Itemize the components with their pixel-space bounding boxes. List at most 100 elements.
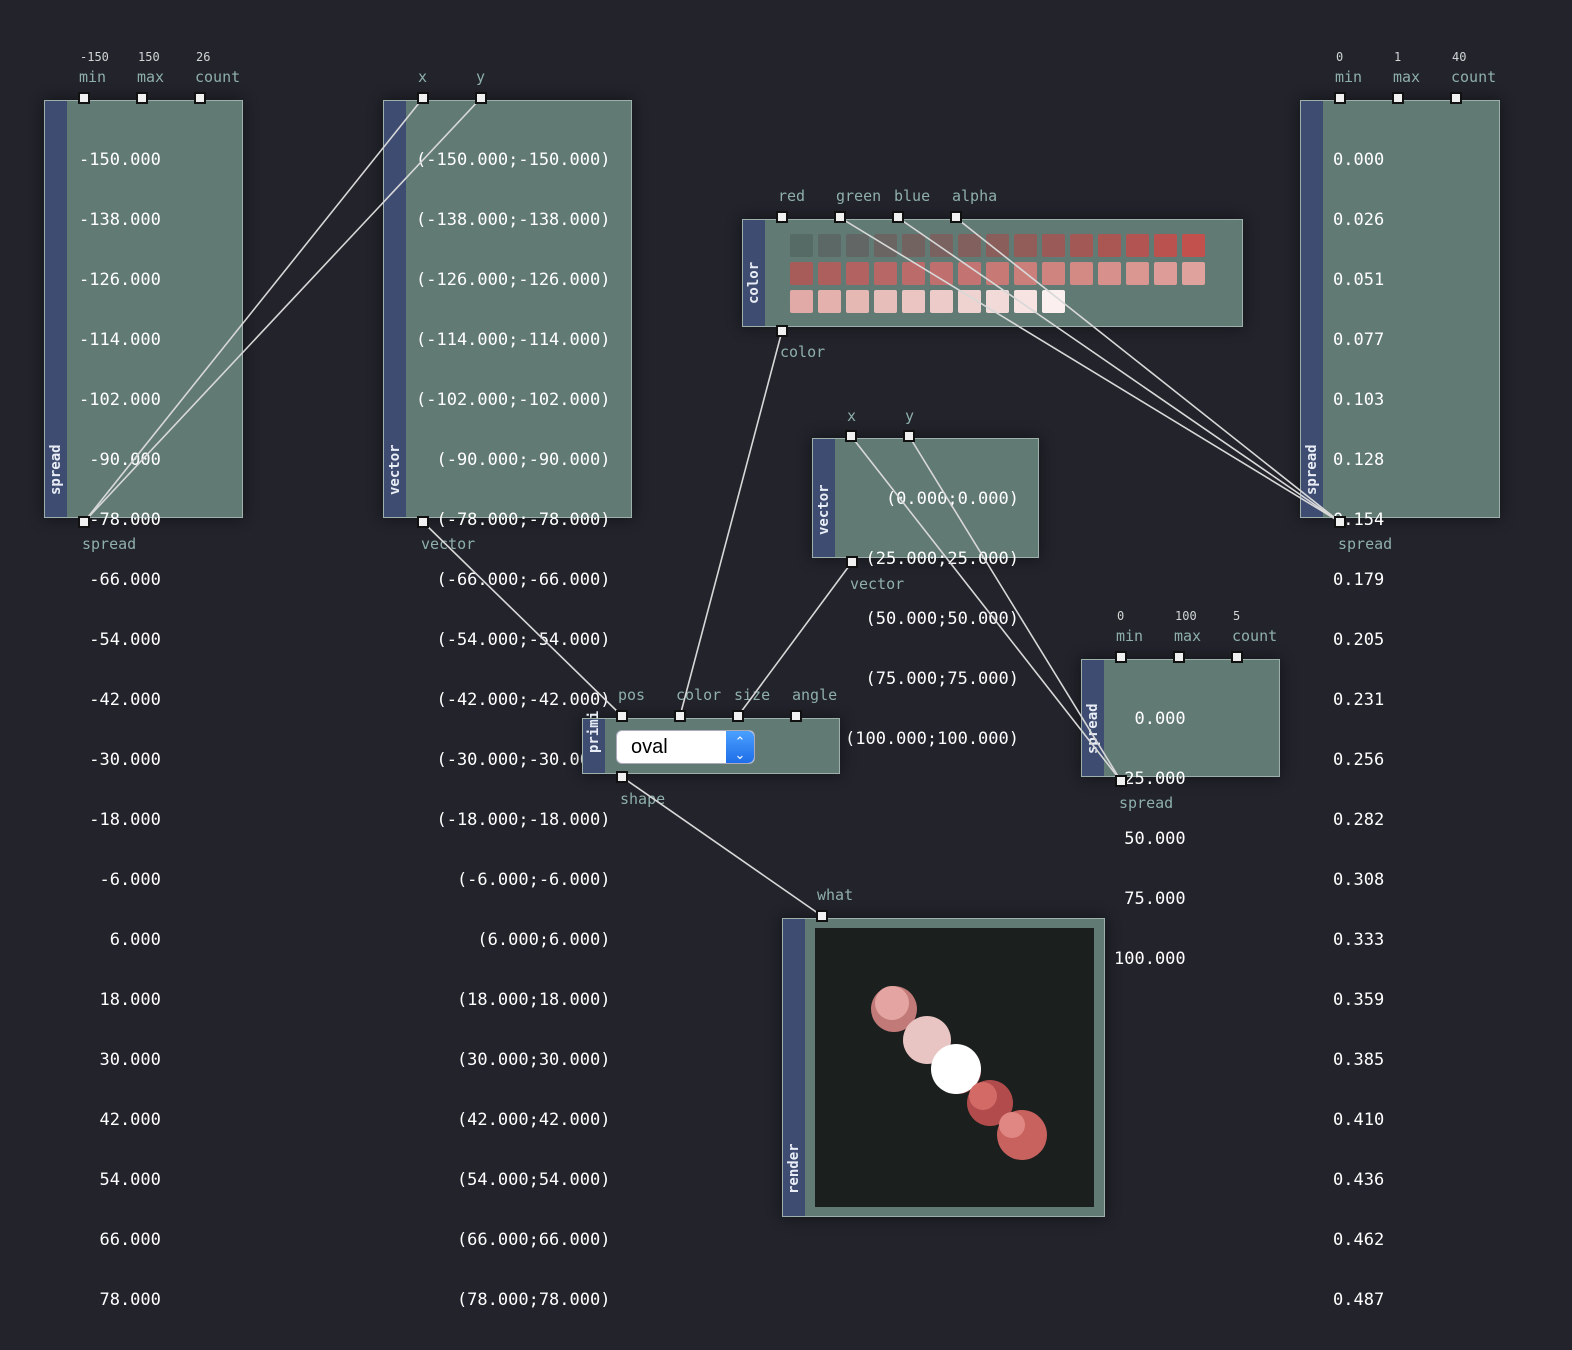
- input-label-count: count: [1451, 68, 1497, 86]
- value-row: 0.256: [1333, 750, 1385, 770]
- output-label-color: color: [780, 343, 826, 361]
- render-canvas[interactable]: [815, 928, 1094, 1207]
- value-row: 0.026: [1333, 210, 1385, 230]
- color-swatch: [846, 290, 869, 313]
- spread-node-2[interactable]: spread 0.000 0.026 0.051 0.077 0.103 0.1…: [1300, 100, 1500, 1310]
- input-port-angle[interactable]: [790, 710, 802, 722]
- input-port-min[interactable]: [1115, 651, 1127, 663]
- value-row: 50.000: [1114, 829, 1186, 849]
- input-port-min[interactable]: [78, 92, 90, 104]
- input-label-red: red: [778, 187, 806, 205]
- color-swatch: [1070, 262, 1093, 285]
- output-port-vector[interactable]: [846, 556, 858, 568]
- input-port-green[interactable]: [834, 211, 846, 223]
- input-port-pos[interactable]: [616, 710, 628, 722]
- value-row: (-102.000;-102.000): [416, 390, 611, 410]
- value-row: 0.282: [1333, 810, 1385, 830]
- input-port-blue[interactable]: [892, 211, 904, 223]
- value-row: (18.000;18.000): [416, 990, 611, 1010]
- input-label-blue: blue: [894, 187, 931, 205]
- value-row: 78.000: [79, 1290, 161, 1310]
- input-port-max[interactable]: [1173, 651, 1185, 663]
- value-row: (-54.000;-54.000): [416, 630, 611, 650]
- color-swatch: [902, 234, 925, 257]
- value-row: 100.000: [1114, 949, 1186, 969]
- vector-node-2[interactable]: vector (0.000;0.000) (25.000;25.000) (50…: [812, 438, 1039, 749]
- color-swatch: [1042, 234, 1065, 257]
- value-row: (-78.000;-78.000): [416, 510, 611, 530]
- output-port-color[interactable]: [776, 325, 788, 337]
- input-port-y[interactable]: [903, 430, 915, 442]
- output-port-vector[interactable]: [417, 516, 429, 528]
- color-swatch: [1098, 262, 1121, 285]
- value-row: (-126.000;-126.000): [416, 270, 611, 290]
- spread-node-1[interactable]: spread -150.000 -138.000 -126.000 -114.0…: [44, 100, 243, 1310]
- count-param-value: 26: [196, 50, 211, 64]
- color-swatch: [1014, 262, 1037, 285]
- input-label-min: min: [1335, 68, 1363, 86]
- color-swatch: [846, 262, 869, 285]
- value-row: (-138.000;-138.000): [416, 210, 611, 230]
- spread-node-3[interactable]: spread 0.000 25.000 50.000 75.000 100.00…: [1081, 659, 1280, 969]
- node-title: spread: [1304, 444, 1320, 495]
- input-port-size[interactable]: [732, 710, 744, 722]
- value-row: (25.000;25.000): [845, 549, 1019, 569]
- input-port-count[interactable]: [1450, 92, 1462, 104]
- input-port-count[interactable]: [194, 92, 206, 104]
- input-port-what[interactable]: [816, 910, 828, 922]
- value-row: (-18.000;-18.000): [416, 810, 611, 830]
- value-row: 66.000: [79, 1230, 161, 1250]
- input-port-x[interactable]: [845, 430, 857, 442]
- input-port-max[interactable]: [1392, 92, 1404, 104]
- value-row: 0.308: [1333, 870, 1385, 890]
- input-port-count[interactable]: [1231, 651, 1243, 663]
- output-port-spread[interactable]: [1115, 775, 1127, 787]
- value-row: (75.000;75.000): [845, 669, 1019, 689]
- value-row: (66.000;66.000): [416, 1230, 611, 1250]
- color-swatch: [986, 262, 1009, 285]
- input-port-red[interactable]: [776, 211, 788, 223]
- color-swatch: [1154, 234, 1177, 257]
- vector-node-1[interactable]: vector (-150.000;-150.000) (-138.000;-13…: [383, 100, 632, 1310]
- input-label-y: y: [476, 68, 486, 86]
- input-label-alpha: alpha: [952, 187, 998, 205]
- rendered-oval: [875, 986, 909, 1020]
- output-port-spread[interactable]: [1334, 516, 1346, 528]
- output-port-spread[interactable]: [78, 516, 90, 528]
- color-swatch: [1182, 262, 1205, 285]
- input-label-count: count: [1232, 627, 1278, 645]
- color-swatch: [818, 262, 841, 285]
- rendered-oval: [969, 1082, 997, 1110]
- max-param-value: 150: [138, 50, 160, 64]
- input-port-max[interactable]: [136, 92, 148, 104]
- input-label-x: x: [847, 407, 857, 425]
- input-port-x[interactable]: [417, 92, 429, 104]
- max-param-value: 1: [1394, 50, 1402, 64]
- input-port-y[interactable]: [475, 92, 487, 104]
- value-row: -30.000: [79, 750, 161, 770]
- value-row: 0.436: [1333, 1170, 1385, 1190]
- primitive-node[interactable]: primi oval ⌃ ⌄: [582, 711, 840, 774]
- value-row: (54.000;54.000): [416, 1170, 611, 1190]
- color-swatch: [1182, 234, 1205, 257]
- value-row: 0.128: [1333, 450, 1385, 470]
- input-port-alpha[interactable]: [950, 211, 962, 223]
- render-node[interactable]: render: [782, 918, 1105, 1217]
- input-label-min: min: [79, 68, 107, 86]
- color-swatch: [790, 262, 813, 285]
- output-label-spread: spread: [1338, 535, 1393, 553]
- input-label-max: max: [137, 68, 165, 86]
- select-chevron-icon[interactable]: ⌃ ⌄: [726, 731, 754, 763]
- input-port-min[interactable]: [1334, 92, 1346, 104]
- count-param-value: 5: [1233, 609, 1241, 623]
- input-label-green: green: [836, 187, 882, 205]
- color-swatch: [818, 290, 841, 313]
- color-swatch: [986, 290, 1009, 313]
- node-title: spread: [48, 444, 64, 495]
- min-param-value: -150: [80, 50, 109, 64]
- color-node[interactable]: color: [742, 219, 1243, 327]
- count-param-value: 40: [1452, 50, 1467, 64]
- input-port-color[interactable]: [674, 710, 686, 722]
- output-port-shape[interactable]: [616, 771, 628, 783]
- shape-select[interactable]: oval ⌃ ⌄: [616, 730, 755, 764]
